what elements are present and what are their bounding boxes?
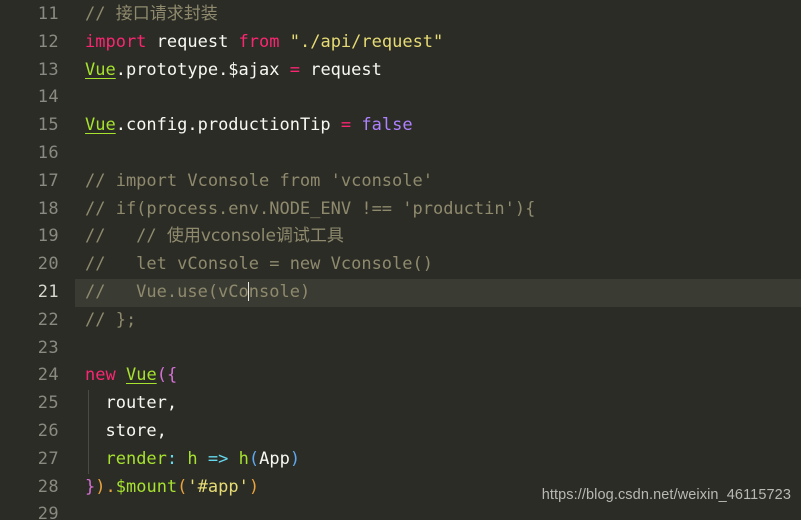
bracket-brace-open: { (166, 365, 178, 386)
code-editor[interactable]: 11 // 接口请求封装 12 import request from "./a… (0, 0, 801, 520)
code-line[interactable]: 25 router, (0, 390, 801, 418)
line-number: 23 (37, 337, 59, 358)
comment-token: // Vue.use(vCo (85, 281, 249, 302)
identifier-vue: Vue (85, 115, 116, 136)
code-line[interactable]: 17 // import Vconsole from 'vconsole' (0, 168, 801, 196)
line-number: 16 (37, 142, 59, 163)
comment-token: // }; (85, 309, 137, 330)
param-h: h (187, 448, 198, 469)
identifier-app: App (259, 448, 290, 469)
code-line[interactable]: 20 // let vConsole = new Vconsole() (0, 251, 801, 279)
call-h: h (238, 448, 249, 469)
comment-token: nsole) (248, 281, 311, 302)
line-content[interactable]: Vue.prototype.$ajax = request (75, 57, 382, 85)
code-line[interactable]: 26 store, (0, 418, 801, 446)
line-content[interactable]: new Vue({ (75, 362, 177, 390)
line-number-active: 21 (37, 281, 59, 302)
line-content[interactable]: // }; (75, 307, 136, 335)
code-line[interactable]: 12 import request from "./api/request" (0, 29, 801, 57)
watermark-url: https://blog.csdn.net/weixin_46115723 (541, 487, 791, 504)
line-number: 28 (37, 476, 59, 497)
bracket-paren-open: ( (156, 365, 167, 386)
line-number: 17 (37, 170, 59, 191)
bracket-paren-close: ) (248, 476, 260, 497)
code-line[interactable]: 27 render: h => h(App) (0, 446, 801, 474)
bracket-paren-open: ( (177, 476, 188, 497)
line-content[interactable]: // if(process.env.NODE_ENV !== 'producti… (75, 196, 535, 224)
line-number: 25 (37, 393, 59, 414)
line-number: 15 (37, 115, 59, 136)
line-content[interactable]: // import Vconsole from 'vconsole' (75, 168, 433, 196)
bracket-brace-close: } (85, 476, 96, 497)
identifier-vue: Vue (85, 59, 116, 80)
code-line-active[interactable]: 21 // Vue.use(vConsole) (0, 278, 801, 307)
property-router: router, (85, 393, 178, 414)
property-store: store, (85, 420, 167, 441)
line-number: 14 (37, 87, 59, 108)
constant-false: false (361, 115, 413, 136)
code-line[interactable]: 13 Vue.prototype.$ajax = request (0, 57, 801, 85)
comment-token: // import Vconsole from 'vconsole' (85, 170, 433, 191)
code-lines-container[interactable]: 11 // 接口请求封装 12 import request from "./a… (0, 0, 801, 520)
line-content[interactable]: // // 使用vconsole调试工具 (75, 223, 344, 251)
code-line[interactable]: 23 (0, 335, 801, 363)
line-content[interactable]: // 接口请求封装 (75, 1, 218, 29)
bracket-paren-close: ) (289, 448, 301, 469)
line-number: 27 (37, 448, 59, 469)
method-mount: $mount (115, 476, 178, 497)
code-line[interactable]: 14 (0, 84, 801, 112)
line-number: 19 (37, 226, 59, 247)
comment-token: // // (85, 226, 167, 247)
line-number: 12 (37, 31, 59, 52)
code-line[interactable]: 22 // }; (0, 307, 801, 335)
line-number: 11 (37, 4, 59, 24)
line-content[interactable]: import request from "./api/request" (75, 29, 443, 57)
punct-colon: : (166, 448, 178, 469)
operator-assign: = (289, 59, 300, 80)
line-content[interactable]: }).$mount('#app') (75, 474, 259, 502)
line-number: 20 (37, 254, 59, 275)
line-content[interactable]: render: h => h(App) (75, 446, 300, 474)
line-number: 29 (37, 504, 59, 520)
code-line[interactable]: 18 // if(process.env.NODE_ENV !== 'produ… (0, 196, 801, 224)
string-token: "./api/request" (289, 31, 444, 52)
line-number: 13 (37, 59, 59, 80)
line-number: 26 (37, 420, 59, 441)
operator-assign: = (340, 115, 352, 136)
line-number: 22 (37, 309, 59, 330)
comment-token: // let vConsole = new Vconsole() (85, 254, 433, 275)
line-content[interactable]: router, (75, 390, 177, 418)
punct-dot: . (105, 476, 116, 497)
identifier-vue: Vue (125, 365, 157, 386)
bracket-paren-close: ) (95, 476, 106, 497)
line-content[interactable]: Vue.config.productionTip = false (75, 112, 413, 140)
comment-token-cjk: 接口请求封装 (115, 4, 218, 24)
line-content[interactable]: // Vue.use(vConsole) (75, 279, 310, 307)
line-content[interactable]: // let vConsole = new Vconsole() (75, 251, 433, 279)
line-number: 18 (37, 198, 59, 219)
keyword-import: import (85, 31, 147, 52)
code-line[interactable]: 16 (0, 140, 801, 168)
bracket-paren-open: ( (248, 448, 260, 469)
comment-token: // if(process.env.NODE_ENV !== 'producti… (85, 198, 536, 219)
comment-token: // (85, 4, 116, 24)
operator-arrow: => (207, 448, 229, 469)
comment-token-cjk: 使用vconsole调试工具 (166, 226, 344, 247)
code-line[interactable]: 24 new Vue({ (0, 362, 801, 390)
keyword-new: new (85, 365, 116, 386)
code-line[interactable]: 15 Vue.config.productionTip = false (0, 112, 801, 140)
code-line[interactable]: 11 // 接口请求封装 (0, 1, 801, 29)
property-render: render (105, 448, 167, 469)
line-number: 24 (37, 365, 59, 386)
keyword-from: from (238, 31, 280, 52)
line-content[interactable]: store, (75, 418, 167, 446)
string-token: '#app' (187, 476, 249, 497)
code-line[interactable]: 19 // // 使用vconsole调试工具 (0, 223, 801, 251)
